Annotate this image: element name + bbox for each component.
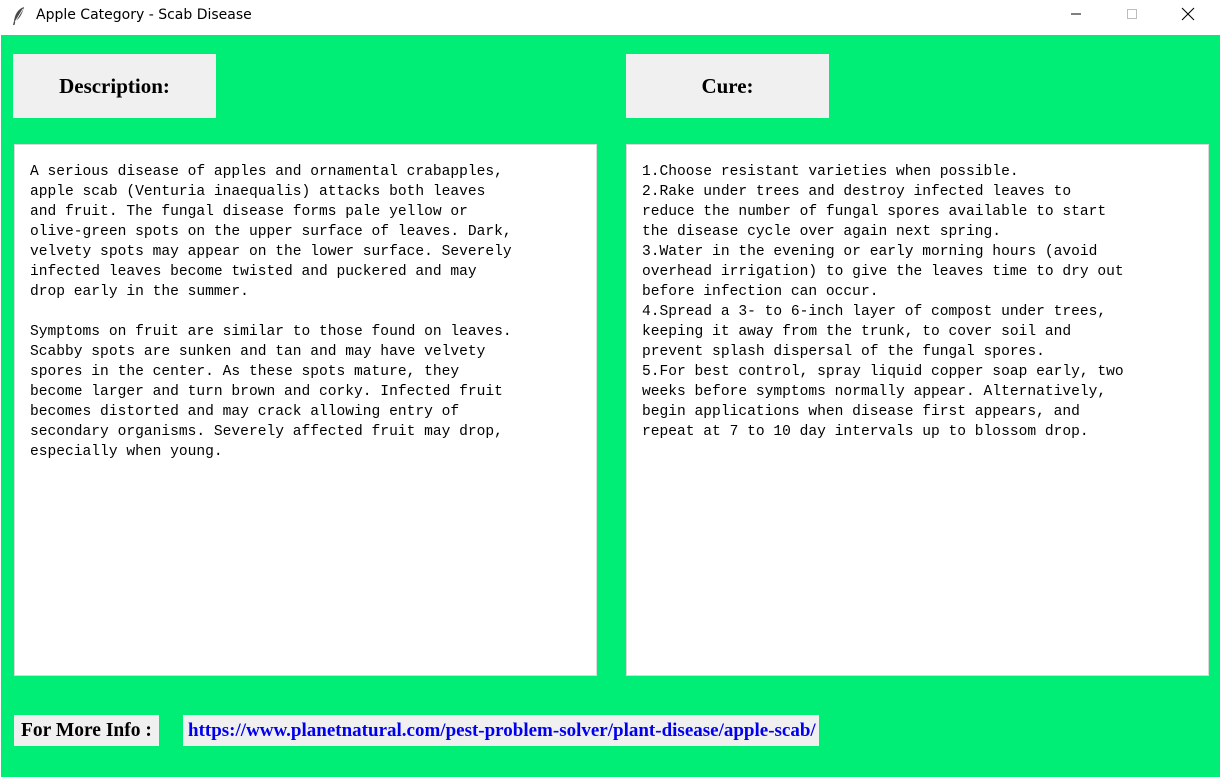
minimize-button[interactable]	[1048, 0, 1104, 32]
maximize-button[interactable]	[1104, 0, 1160, 32]
more-info-link[interactable]: https://www.planetnatural.com/pest-probl…	[183, 715, 819, 746]
app-window: Apple Category - Scab Disease Descriptio…	[0, 0, 1220, 777]
feather-icon	[12, 6, 26, 26]
description-heading: Description:	[13, 54, 216, 118]
window-title: Apple Category - Scab Disease	[36, 7, 252, 23]
client-area: Description: Cure: A serious disease of …	[1, 35, 1220, 777]
description-text-box[interactable]: A serious disease of apples and ornament…	[14, 144, 597, 676]
maximize-icon	[1126, 7, 1138, 25]
close-button[interactable]	[1160, 0, 1216, 32]
close-icon	[1181, 7, 1195, 26]
minimize-icon	[1070, 7, 1082, 25]
cure-text-box[interactable]: 1.Choose resistant varieties when possib…	[626, 144, 1209, 676]
cure-heading: Cure:	[626, 54, 829, 118]
title-bar[interactable]: Apple Category - Scab Disease	[0, 0, 1220, 34]
more-info-label: For More Info :	[14, 715, 159, 746]
